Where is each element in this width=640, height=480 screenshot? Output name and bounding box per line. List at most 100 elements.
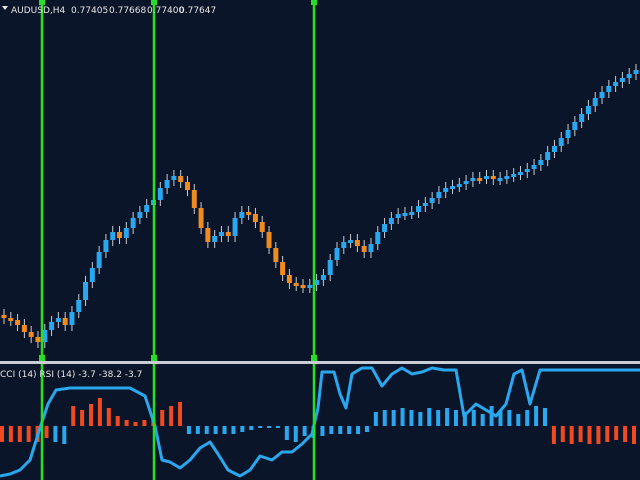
histogram-bar — [267, 426, 272, 428]
histogram-bar — [391, 410, 396, 426]
histogram-bar — [302, 426, 307, 436]
candle-body — [28, 332, 34, 337]
candle-body — [531, 165, 537, 169]
marker-handle[interactable] — [311, 0, 317, 5]
histogram-bar — [507, 410, 512, 426]
histogram-bar — [178, 402, 183, 426]
candle-body — [252, 214, 258, 222]
candle-body — [225, 232, 231, 236]
candle-body — [470, 178, 476, 181]
histogram-bar — [275, 426, 280, 428]
histogram-bar — [560, 426, 565, 442]
histogram-bar — [258, 426, 263, 428]
candle-body — [137, 212, 143, 218]
chart-window[interactable]: AUDUSD,H4 0.77405 0.77668 0.77400 0.7764… — [0, 0, 640, 480]
candle-body — [592, 98, 598, 106]
histogram-bar — [80, 410, 85, 426]
histogram-bar — [596, 426, 601, 444]
histogram-bar — [53, 426, 58, 442]
candle-body — [361, 246, 367, 252]
candle-body — [266, 232, 272, 248]
candle-body — [388, 218, 394, 224]
candle-body — [157, 188, 163, 200]
candle-body — [55, 318, 61, 322]
candle-body — [76, 300, 82, 312]
histogram-bar — [186, 426, 191, 434]
candle-body — [497, 178, 503, 181]
candle-body — [164, 180, 170, 188]
histogram-bar — [284, 426, 289, 440]
candle-body — [348, 240, 354, 243]
candle-body — [572, 122, 578, 130]
histogram-bar — [213, 426, 218, 434]
candle-body — [477, 178, 483, 181]
histogram-bar — [195, 426, 200, 434]
candle-body — [232, 218, 238, 236]
histogram-bar — [453, 410, 458, 426]
histogram-bar — [0, 426, 4, 442]
histogram-bar — [614, 426, 619, 440]
indicator-panel[interactable]: CCI (14) RSI (14) -3.7 -38.2 -3.7 — [0, 364, 640, 480]
candle-body — [619, 78, 625, 82]
histogram-bar — [400, 408, 405, 426]
indicator-label: CCI (14) RSI (14) -3.7 -38.2 -3.7 — [0, 370, 142, 380]
candle-body — [1, 315, 7, 318]
candle-body — [606, 86, 612, 92]
candle-body — [443, 188, 449, 192]
histogram-bar — [71, 406, 76, 426]
candle-body — [110, 232, 116, 240]
histogram-bar — [204, 426, 209, 434]
candle-body — [354, 240, 360, 246]
candle-body — [83, 282, 89, 300]
symbol-dropdown-icon[interactable] — [2, 6, 8, 10]
candle-body — [49, 322, 55, 330]
histogram-bar — [133, 422, 138, 426]
candle-body — [280, 262, 286, 275]
candle-body — [558, 138, 564, 146]
histogram-bar — [338, 426, 343, 434]
price-chart-panel[interactable]: AUDUSD,H4 0.77405 0.77668 0.77400 0.7764… — [0, 0, 640, 361]
candle-body — [375, 232, 381, 244]
histogram-bar — [249, 426, 254, 430]
candle-body — [103, 240, 109, 252]
histogram-bar — [320, 426, 325, 436]
histogram-bar — [97, 398, 102, 426]
histogram-bar — [418, 412, 423, 426]
candle-body — [613, 82, 619, 86]
candle-body — [334, 248, 340, 260]
histogram-bar — [427, 408, 432, 426]
marker-handle[interactable] — [151, 0, 157, 5]
candle-body — [35, 337, 41, 342]
ohlc-high: 0.77668 — [109, 6, 146, 16]
histogram-bar — [124, 420, 129, 426]
candle-body — [422, 203, 428, 206]
histogram-bar — [26, 426, 31, 442]
candle-body — [300, 285, 306, 288]
symbol-timeframe-label: AUDUSD,H4 — [11, 6, 66, 16]
histogram-bar — [115, 416, 120, 426]
candle-body — [450, 186, 456, 189]
histogram-bar — [409, 410, 414, 426]
candle-body — [205, 228, 211, 242]
histogram-bar — [489, 406, 494, 426]
candle-body — [416, 206, 422, 212]
candle-body — [15, 320, 21, 325]
marker-handle[interactable] — [39, 0, 45, 5]
histogram-bar — [356, 426, 361, 434]
histogram-bar — [62, 426, 67, 444]
candle-body — [524, 169, 530, 172]
candle-body — [286, 275, 292, 283]
candle-body — [545, 152, 551, 160]
candles-group — [1, 64, 639, 348]
candle-body — [307, 285, 313, 288]
histogram-bar — [44, 426, 49, 438]
candle-body — [69, 312, 75, 325]
candlestick-chart[interactable]: AUDUSD,H4 0.77405 0.77668 0.77400 0.7764… — [0, 0, 640, 361]
candle-body — [293, 283, 299, 286]
candle-body — [117, 232, 123, 238]
histogram-bar — [480, 414, 485, 426]
candle-body — [402, 213, 408, 216]
indicator-chart[interactable]: CCI (14) RSI (14) -3.7 -38.2 -3.7 — [0, 364, 640, 480]
candle-body — [382, 224, 388, 232]
candle-body — [273, 248, 279, 262]
